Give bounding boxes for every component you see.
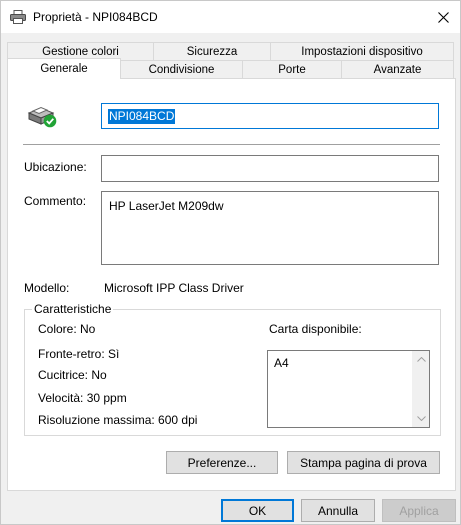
close-icon — [437, 11, 449, 23]
printer-name-input[interactable]: NPI084BCD — [101, 103, 439, 129]
scrollbar[interactable] — [412, 351, 429, 427]
features-title: Caratteristiche — [32, 302, 114, 316]
scroll-down-button[interactable] — [413, 410, 430, 427]
feature-duplex: Fronte-retro: Sì — [38, 347, 120, 361]
preferences-button[interactable]: Preferenze... — [166, 451, 278, 474]
feature-speed: Velocità: 30 ppm — [38, 391, 127, 405]
title-bar: Proprietà - NPI084BCD — [1, 1, 460, 33]
tab-ports[interactable]: Porte — [243, 60, 342, 79]
tab-security[interactable]: Sicurezza — [154, 42, 271, 61]
tab-advanced[interactable]: Avanzate — [342, 60, 454, 79]
printer-ready-icon — [27, 106, 57, 128]
location-label: Ubicazione: — [24, 160, 87, 174]
comment-input[interactable]: HP LaserJet M209dw — [101, 191, 439, 265]
comment-value: HP LaserJet M209dw — [109, 199, 224, 213]
scroll-up-button[interactable] — [413, 351, 430, 368]
feature-color: Colore: No — [38, 322, 96, 336]
feature-resolution: Risoluzione massima: 600 dpi — [38, 413, 198, 427]
paper-listbox[interactable]: A4 — [267, 350, 430, 428]
tab-row-front: Generale Condivisione Porte Avanzate — [7, 58, 454, 79]
tab-device-settings[interactable]: Impostazioni dispositivo — [271, 42, 454, 61]
properties-dialog: Proprietà - NPI084BCD Gestione colori Si… — [0, 0, 461, 525]
paper-label: Carta disponibile: — [269, 322, 362, 336]
comment-label: Commento: — [24, 194, 87, 208]
model-value: Microsoft IPP Class Driver — [104, 281, 244, 295]
features-group: Caratteristiche Colore: No Fronte-retro:… — [24, 302, 441, 436]
location-input[interactable] — [101, 155, 439, 182]
ok-button[interactable]: OK — [221, 499, 294, 522]
printer-icon — [10, 10, 26, 24]
window-title: Proprietà - NPI084BCD — [33, 10, 158, 24]
cancel-button[interactable]: Annulla — [301, 499, 375, 522]
model-label: Modello: — [24, 281, 70, 295]
print-test-page-button[interactable]: Stampa pagina di prova — [287, 451, 440, 474]
close-button[interactable] — [426, 1, 460, 33]
tab-general[interactable]: Generale — [7, 58, 121, 79]
general-tab-panel: NPI084BCD Ubicazione: Commento: HP Laser… — [7, 78, 456, 491]
feature-stapler: Cucitrice: No — [38, 368, 107, 382]
list-item[interactable]: A4 — [274, 356, 289, 370]
apply-button[interactable]: Applica — [382, 499, 456, 522]
divider — [23, 144, 440, 145]
printer-name-value: NPI084BCD — [108, 109, 176, 124]
chevron-up-icon — [417, 357, 426, 362]
tab-sharing[interactable]: Condivisione — [121, 60, 243, 79]
chevron-down-icon — [417, 416, 426, 421]
